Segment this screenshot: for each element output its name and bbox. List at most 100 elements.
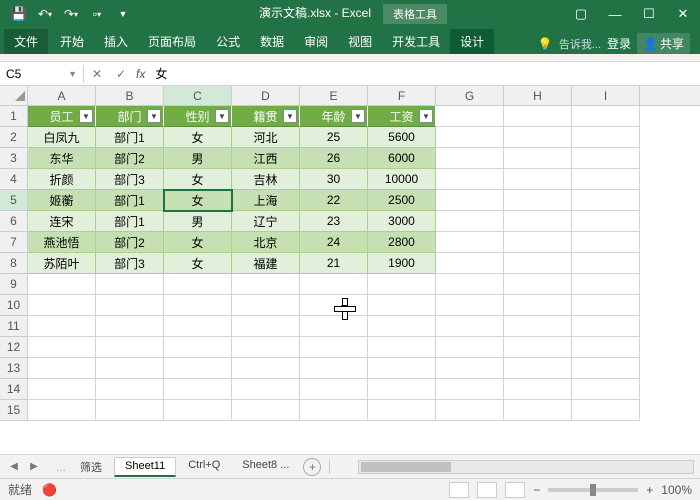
new-button[interactable]: ▫▾	[86, 3, 108, 25]
cell-G9[interactable]	[436, 274, 504, 295]
cell-G6[interactable]	[436, 211, 504, 232]
cell-A4[interactable]: 折颜	[28, 169, 96, 190]
zoom-level[interactable]: 100%	[661, 483, 692, 497]
cell-E13[interactable]	[300, 358, 368, 379]
cell-H8[interactable]	[504, 253, 572, 274]
sheet-nav-next[interactable]: ▶	[26, 459, 42, 475]
cell-F9[interactable]	[368, 274, 436, 295]
cell-F7[interactable]: 2800	[368, 232, 436, 253]
tell-me[interactable]: 告诉我...	[559, 36, 601, 52]
cell-C10[interactable]	[164, 295, 232, 316]
sheet-tab-Sheet11[interactable]: Sheet11	[114, 457, 176, 477]
cell-I3[interactable]	[572, 148, 640, 169]
cell-H7[interactable]	[504, 232, 572, 253]
row-header-15[interactable]: 15	[0, 400, 27, 421]
share-button[interactable]: 👤共享	[637, 33, 690, 54]
cell-G13[interactable]	[436, 358, 504, 379]
col-header-E[interactable]: E	[300, 86, 368, 105]
cell-A6[interactable]: 连宋	[28, 211, 96, 232]
column-headers[interactable]: ABCDEFGHI	[28, 86, 700, 106]
tab-页面布局[interactable]: 页面布局	[138, 29, 206, 54]
col-header-I[interactable]: I	[572, 86, 640, 105]
cell-H6[interactable]	[504, 211, 572, 232]
cell-H2[interactable]	[504, 127, 572, 148]
cell-C8[interactable]: 女	[164, 253, 232, 274]
login-link[interactable]: 登录	[607, 35, 631, 52]
formula-input[interactable]	[151, 65, 696, 83]
cell-I10[interactable]	[572, 295, 640, 316]
row-header-13[interactable]: 13	[0, 358, 27, 379]
view-pagebreak-button[interactable]	[505, 482, 525, 498]
cell-E8[interactable]: 21	[300, 253, 368, 274]
row-header-4[interactable]: 4	[0, 169, 27, 190]
row-headers[interactable]: 123456789101112131415	[0, 106, 28, 421]
row-header-8[interactable]: 8	[0, 253, 27, 274]
spreadsheet-grid[interactable]: ABCDEFGHI 123456789101112131415 员工▼部门▼性别…	[0, 86, 700, 454]
cell-E11[interactable]	[300, 316, 368, 337]
cell-B12[interactable]	[96, 337, 164, 358]
cell-F5[interactable]: 2500	[368, 190, 436, 211]
cell-C12[interactable]	[164, 337, 232, 358]
row-header-10[interactable]: 10	[0, 295, 27, 316]
cell-G10[interactable]	[436, 295, 504, 316]
cell-E2[interactable]: 25	[300, 127, 368, 148]
cell-I5[interactable]	[572, 190, 640, 211]
cell-F3[interactable]: 6000	[368, 148, 436, 169]
col-header-B[interactable]: B	[96, 86, 164, 105]
cell-D9[interactable]	[232, 274, 300, 295]
cell-F10[interactable]	[368, 295, 436, 316]
row-header-2[interactable]: 2	[0, 127, 27, 148]
cell-D2[interactable]: 河北	[232, 127, 300, 148]
tab-开始[interactable]: 开始	[50, 29, 94, 54]
cell-G1[interactable]	[436, 106, 504, 127]
filter-button[interactable]: ▼	[283, 109, 297, 123]
cell-B4[interactable]: 部门3	[96, 169, 164, 190]
cell-D5[interactable]: 上海	[232, 190, 300, 211]
cell-E15[interactable]	[300, 400, 368, 421]
col-header-G[interactable]: G	[436, 86, 504, 105]
tab-视图[interactable]: 视图	[338, 29, 382, 54]
cell-H15[interactable]	[504, 400, 572, 421]
cell-C4[interactable]: 女	[164, 169, 232, 190]
cell-A9[interactable]	[28, 274, 96, 295]
cell-I15[interactable]	[572, 400, 640, 421]
filter-button[interactable]: ▼	[215, 109, 229, 123]
row-header-12[interactable]: 12	[0, 337, 27, 358]
cell-D11[interactable]	[232, 316, 300, 337]
cell-E4[interactable]: 30	[300, 169, 368, 190]
cell-F8[interactable]: 1900	[368, 253, 436, 274]
cell-F12[interactable]	[368, 337, 436, 358]
cell-G5[interactable]	[436, 190, 504, 211]
cell-B15[interactable]	[96, 400, 164, 421]
cell-F15[interactable]	[368, 400, 436, 421]
filter-button[interactable]: ▼	[351, 109, 365, 123]
horizontal-scrollbar[interactable]	[358, 460, 694, 474]
cell-B5[interactable]: 部门1	[96, 190, 164, 211]
cell-A13[interactable]	[28, 358, 96, 379]
cell-B3[interactable]: 部门2	[96, 148, 164, 169]
cell-A5[interactable]: 姬蘅	[28, 190, 96, 211]
cell-F4[interactable]: 10000	[368, 169, 436, 190]
cell-C2[interactable]: 女	[164, 127, 232, 148]
cell-C3[interactable]: 男	[164, 148, 232, 169]
cell-D10[interactable]	[232, 295, 300, 316]
col-header-D[interactable]: D	[232, 86, 300, 105]
cell-C13[interactable]	[164, 358, 232, 379]
fx-icon[interactable]: fx	[136, 67, 145, 81]
cell-A11[interactable]	[28, 316, 96, 337]
name-box[interactable]: C5 ▼	[0, 65, 84, 83]
qat-customize[interactable]: ▼	[112, 3, 134, 25]
cell-E3[interactable]: 26	[300, 148, 368, 169]
redo-button[interactable]: ↷▾	[60, 3, 82, 25]
undo-button[interactable]: ↶▾	[34, 3, 56, 25]
new-sheet-button[interactable]: +	[303, 458, 321, 476]
cell-I14[interactable]	[572, 379, 640, 400]
cell-G7[interactable]	[436, 232, 504, 253]
cell-B1[interactable]: 部门▼	[96, 106, 164, 127]
cell-G12[interactable]	[436, 337, 504, 358]
cell-A15[interactable]	[28, 400, 96, 421]
sheet-nav-prev[interactable]: ◀	[6, 459, 22, 475]
row-header-9[interactable]: 9	[0, 274, 27, 295]
cell-H3[interactable]	[504, 148, 572, 169]
ribbon-options-button[interactable]: ▢	[564, 0, 598, 28]
